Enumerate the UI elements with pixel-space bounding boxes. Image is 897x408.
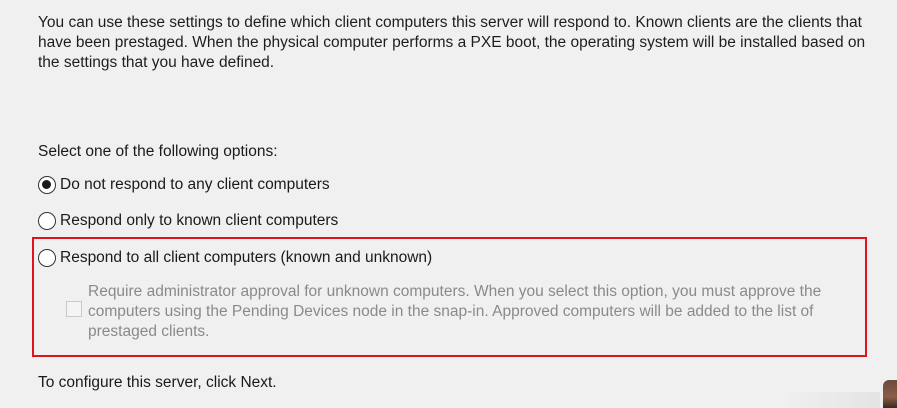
options-prompt: Select one of the following options: [38, 143, 278, 160]
option-all-clients-label[interactable]: Respond to all client computers (known a… [60, 248, 432, 268]
radio-known-clients[interactable] [38, 212, 56, 230]
require-approval-checkbox[interactable] [66, 301, 82, 317]
radio-all-clients[interactable] [38, 249, 56, 267]
require-approval-label: Require administrator approval for unkno… [88, 283, 822, 340]
option-no-response[interactable]: Do not respond to any client computers [38, 175, 330, 195]
require-approval-option: Require administrator approval for unkno… [66, 282, 858, 342]
option-all-clients[interactable]: Respond to all client computers (known a… [38, 248, 432, 268]
corner-shadow [780, 392, 880, 408]
presenter-thumbnail [883, 380, 897, 408]
option-known-clients[interactable]: Respond only to known client computers [38, 211, 338, 231]
option-known-clients-label[interactable]: Respond only to known client computers [60, 211, 338, 231]
radio-no-response[interactable] [38, 176, 56, 194]
pxe-settings-page: You can use these settings to define whi… [0, 0, 897, 408]
intro-description: You can use these settings to define whi… [38, 14, 866, 71]
footer-instruction: To configure this server, click Next. [38, 374, 277, 391]
option-no-response-label[interactable]: Do not respond to any client computers [60, 175, 330, 195]
